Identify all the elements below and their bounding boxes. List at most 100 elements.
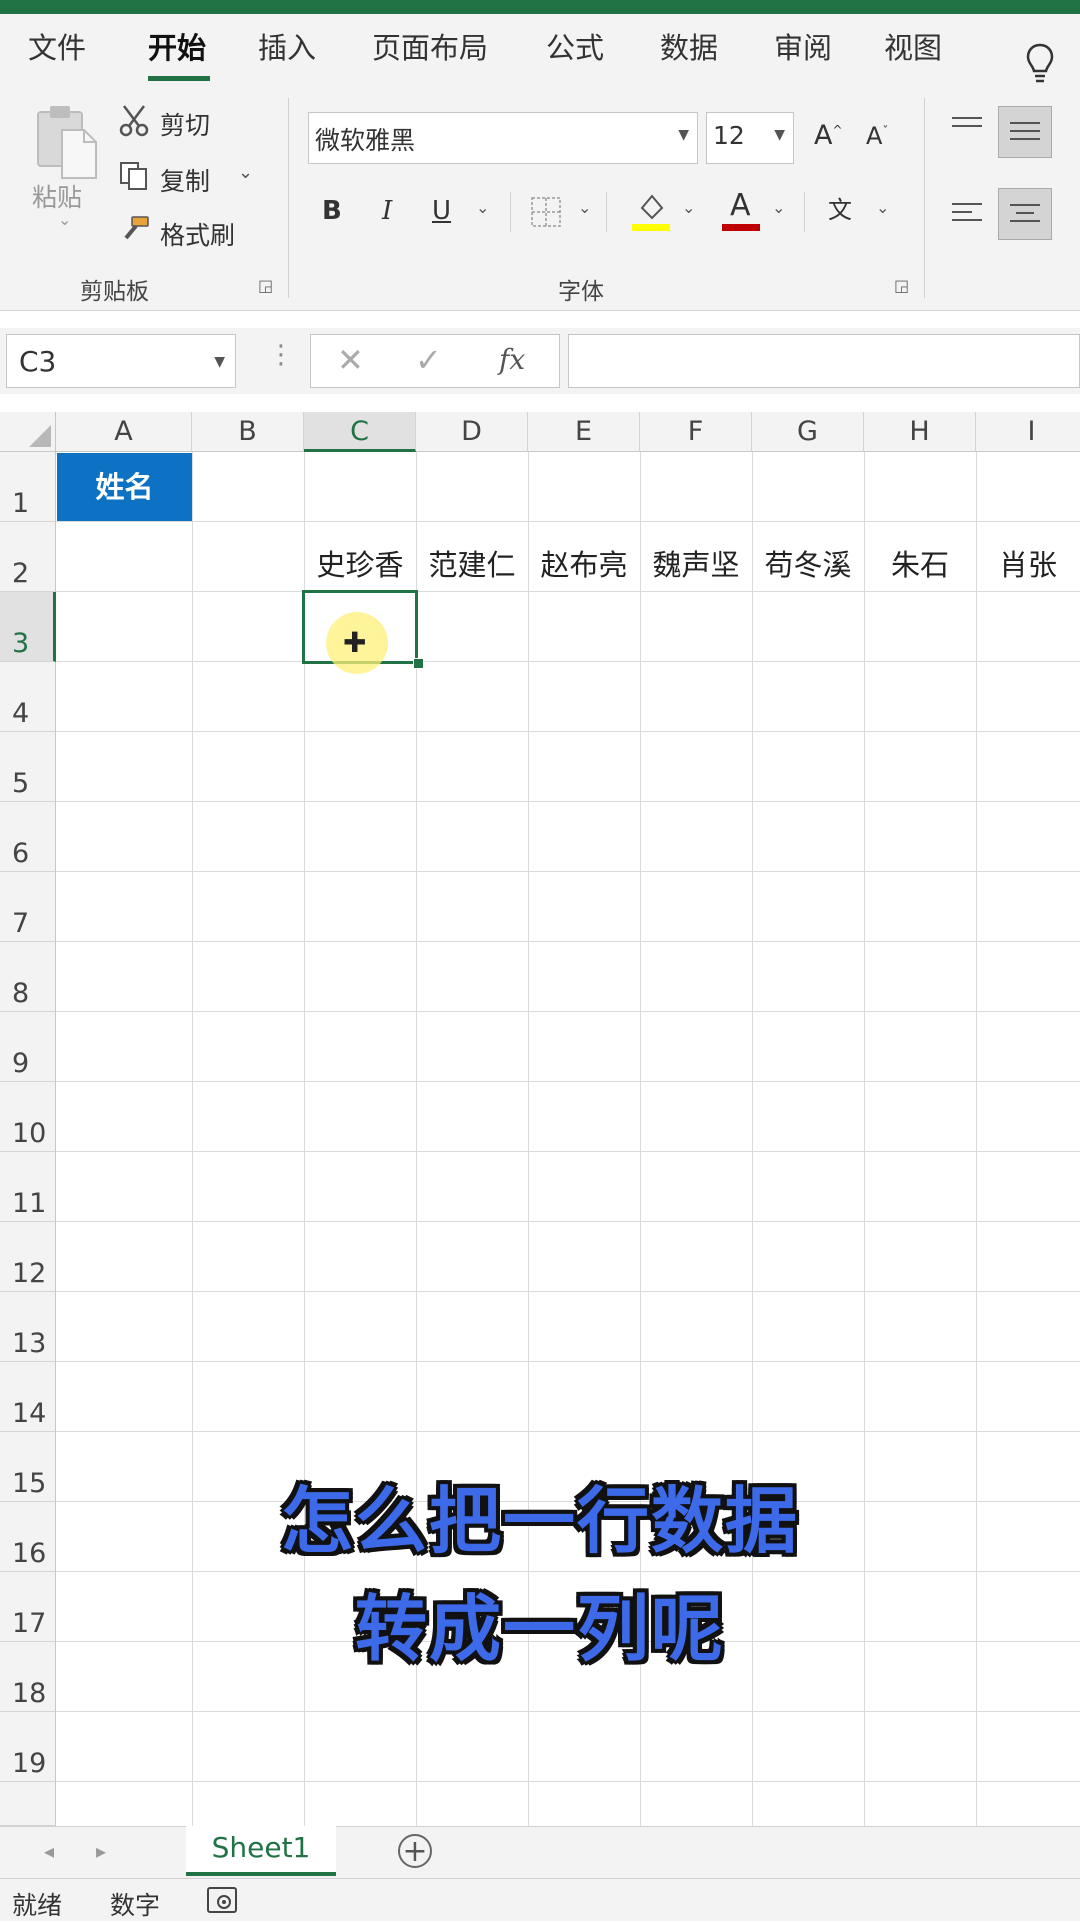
tab-insert[interactable]: 插入 [258, 28, 316, 68]
row-header-8[interactable]: 8 [0, 942, 56, 1012]
cell-e2[interactable]: 赵布亮 [528, 542, 640, 584]
row-header-partial [0, 1782, 56, 1826]
column-header-h[interactable]: H [864, 412, 976, 452]
paste-icon[interactable] [32, 100, 102, 180]
align-left-icon[interactable] [950, 200, 984, 230]
row-header-9[interactable]: 9 [0, 1012, 56, 1082]
clipboard-launcher-icon[interactable]: ◲ [258, 276, 273, 295]
increase-font-icon[interactable]: A^ [814, 120, 843, 151]
more-options-icon[interactable]: ⋮ [268, 340, 294, 370]
column-header-c[interactable]: C [304, 412, 416, 452]
bold-button[interactable]: B [322, 196, 342, 226]
tab-view[interactable]: 视图 [884, 28, 942, 68]
paste-label[interactable]: 粘贴 [32, 178, 82, 214]
row-header-13[interactable]: 13 [0, 1292, 56, 1362]
row-header-6[interactable]: 6 [0, 802, 56, 872]
fill-handle[interactable] [413, 658, 424, 669]
tab-file[interactable]: 文件 [28, 28, 86, 68]
row-header-12[interactable]: 12 [0, 1222, 56, 1292]
gridline [56, 1361, 1080, 1362]
font-launcher-icon[interactable]: ◲ [894, 276, 909, 295]
confirm-icon[interactable]: ✓ [415, 341, 442, 379]
format-painter-icon[interactable] [118, 214, 152, 244]
align-middle-button[interactable] [998, 106, 1052, 158]
row-header-4[interactable]: 4 [0, 662, 56, 732]
name-box[interactable]: C3 ▼ [6, 334, 236, 388]
row-header-2[interactable]: 2 [0, 522, 56, 592]
borders-dropdown-icon[interactable]: ⌄ [578, 198, 591, 217]
borders-icon[interactable] [530, 196, 562, 228]
lightbulb-icon[interactable] [1025, 42, 1055, 86]
italic-button[interactable]: I [382, 196, 392, 226]
cell-h2[interactable]: 朱石 [864, 542, 976, 584]
copy-icon[interactable] [118, 160, 150, 192]
align-center-button[interactable] [998, 188, 1052, 240]
formula-input[interactable] [568, 334, 1080, 388]
column-header-b[interactable]: B [192, 412, 304, 452]
column-header-i[interactable]: I [976, 412, 1080, 452]
formula-buttons: ✕ ✓ fx [310, 334, 560, 388]
row-header-1[interactable]: 1 [0, 452, 56, 522]
cancel-icon[interactable]: ✕ [337, 341, 364, 379]
format-painter-button[interactable]: 格式刷 [160, 216, 235, 252]
align-top-icon[interactable] [950, 114, 984, 142]
underline-button[interactable]: U [432, 196, 451, 226]
fill-color-dropdown-icon[interactable]: ⌄ [682, 198, 695, 217]
gridline [56, 521, 1080, 522]
cell-g2[interactable]: 苟冬溪 [752, 542, 864, 584]
cell-d2[interactable]: 范建仁 [416, 542, 528, 584]
add-sheet-button[interactable]: + [398, 1834, 432, 1868]
column-header-d[interactable]: D [416, 412, 528, 452]
cut-button[interactable]: 剪切 [160, 106, 210, 142]
row-header-3[interactable]: 3 [0, 592, 56, 662]
cell-c2[interactable]: 史珍香 [304, 542, 416, 584]
copy-button[interactable]: 复制 [160, 162, 210, 198]
row-header-14[interactable]: 14 [0, 1362, 56, 1432]
caption-line-1: 怎么把一行数据 [280, 1479, 799, 1563]
group-separator [924, 98, 925, 298]
separator [804, 192, 805, 232]
fill-color-icon[interactable] [632, 190, 670, 232]
row-header-10[interactable]: 10 [0, 1082, 56, 1152]
accessibility-icon[interactable] [206, 1886, 238, 1914]
select-all-triangle-icon [29, 425, 51, 447]
column-header-e[interactable]: E [528, 412, 640, 452]
tab-formulas[interactable]: 公式 [546, 28, 604, 68]
row-header-11[interactable]: 11 [0, 1152, 56, 1222]
column-header-a[interactable]: A [56, 412, 192, 452]
row-header-5[interactable]: 5 [0, 732, 56, 802]
font-color-button[interactable]: A [722, 188, 760, 232]
underline-dropdown-icon[interactable]: ⌄ [476, 198, 489, 217]
font-color-dropdown-icon[interactable]: ⌄ [772, 198, 785, 217]
sheet-tab-sheet1[interactable]: Sheet1 [186, 1826, 336, 1876]
select-all-corner[interactable] [0, 412, 56, 452]
row-header-7[interactable]: 7 [0, 872, 56, 942]
tab-data[interactable]: 数据 [660, 28, 718, 68]
decrease-font-icon[interactable]: Aˇ [866, 122, 888, 150]
cell-a1[interactable]: 姓名 [57, 453, 192, 521]
tab-page-layout[interactable]: 页面布局 [372, 28, 488, 68]
cut-icon[interactable] [118, 104, 150, 138]
insert-function-button[interactable]: fx [499, 343, 525, 376]
tab-home[interactable]: 开始 [148, 28, 206, 68]
font-group-label: 字体 [558, 279, 604, 305]
paste-dropdown-icon[interactable]: ⌄ [58, 210, 71, 229]
phonetic-guide-icon[interactable]: 文 [828, 190, 852, 225]
row-header-19[interactable]: 19 [0, 1712, 56, 1782]
copy-dropdown-icon[interactable]: ⌄ [238, 162, 253, 183]
prev-sheet-icon[interactable]: ◂ [44, 1839, 54, 1863]
next-sheet-icon[interactable]: ▸ [96, 1839, 106, 1863]
column-header-f[interactable]: F [640, 412, 752, 452]
font-name-select[interactable]: 微软雅黑 ▼ [308, 112, 698, 164]
column-header-g[interactable]: G [752, 412, 864, 452]
font-size-select[interactable]: 12 ▼ [706, 112, 794, 164]
cell-cursor-icon: ✚ [343, 626, 367, 659]
cell-f2[interactable]: 魏声坚 [640, 542, 752, 584]
row-number: 11 [12, 1188, 47, 1219]
menu-bar: 文件 开始 插入 页面布局 公式 数据 审阅 视图 [0, 14, 1080, 90]
cell-i2[interactable]: 肖张 [976, 542, 1080, 584]
phonetic-dropdown-icon[interactable]: ⌄ [876, 198, 889, 217]
tab-review[interactable]: 审阅 [774, 28, 832, 68]
gridline [56, 661, 1080, 662]
separator [606, 192, 607, 232]
